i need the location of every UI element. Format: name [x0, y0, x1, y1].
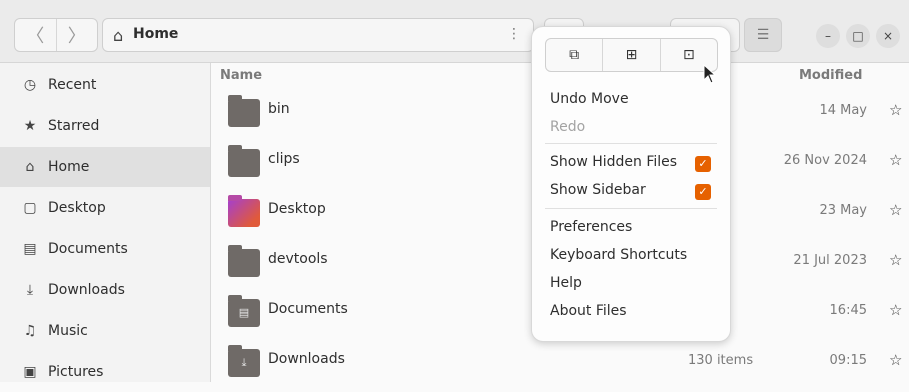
music-icon: ♫	[23, 323, 37, 339]
sidebar-item-pictures[interactable]: ▣ Pictures	[0, 352, 210, 392]
minimize-button[interactable]: –	[816, 24, 840, 48]
forward-button[interactable]: 〉	[55, 19, 98, 51]
new-tab-icon: ⊞	[625, 47, 638, 63]
star-icon[interactable]: ☆	[889, 351, 909, 369]
maximize-button[interactable]: □	[846, 24, 870, 48]
file-name: Desktop	[268, 201, 326, 217]
table-row[interactable]: ⤓ Downloads 130 items 09:15 ☆	[211, 337, 909, 387]
star-icon[interactable]: ☆	[889, 201, 909, 219]
downloads-folder-icon: ⤓	[228, 345, 260, 377]
sidebar-item-starred[interactable]: ★ Starred	[0, 106, 210, 146]
sidebar-item-music[interactable]: ♫ Music	[0, 311, 210, 351]
desktop-folder-icon	[228, 195, 260, 227]
file-modified: 09:15	[829, 353, 867, 368]
new-folder-icon: ⊡	[682, 47, 695, 63]
column-header-modified[interactable]: Modified	[799, 63, 862, 87]
file-name: Documents	[268, 301, 348, 317]
star-icon[interactable]: ☆	[889, 301, 909, 319]
folder-icon	[228, 245, 260, 277]
sidebar-item-label: Desktop	[48, 200, 106, 216]
header-bar: 〈 〉 ⌂ Home ⋮ ⊞ ☰ – □ ×	[0, 0, 909, 63]
main-menu-popover: ⧉ ⊞ ⊡ Undo Move Redo Show Hidden Files ✓…	[531, 26, 731, 342]
file-name: devtools	[268, 251, 328, 267]
mouse-pointer-icon	[703, 64, 717, 84]
close-button[interactable]: ×	[876, 24, 900, 48]
menu-item-undo[interactable]: Undo Move	[550, 91, 629, 107]
sidebar-item-label: Starred	[48, 118, 100, 134]
star-icon: ★	[23, 118, 37, 134]
file-name: clips	[268, 151, 300, 167]
main-menu-button[interactable]: ☰	[744, 18, 782, 52]
nav-buttons: 〈 〉	[14, 18, 98, 52]
sidebar-item-documents[interactable]: ▤ Documents	[0, 229, 210, 269]
new-tab-button[interactable]: ⊞	[602, 39, 659, 71]
sidebar-item-label: Music	[48, 323, 88, 339]
sidebar-item-home[interactable]: ⌂ Home	[0, 147, 210, 187]
clock-icon: ◷	[23, 77, 37, 93]
menu-item-about[interactable]: About Files	[550, 303, 627, 319]
desktop-icon: ▢	[23, 200, 37, 216]
menu-separator	[545, 208, 717, 209]
show-hidden-checkbox[interactable]: ✓	[695, 156, 711, 172]
show-sidebar-checkbox[interactable]: ✓	[695, 184, 711, 200]
menu-item-preferences[interactable]: Preferences	[550, 219, 632, 235]
file-modified: 21 Jul 2023	[793, 253, 867, 268]
sidebar-item-downloads[interactable]: ⤓ Downloads	[0, 270, 210, 310]
menu-item-show-sidebar[interactable]: Show Sidebar	[550, 182, 646, 198]
path-menu-icon[interactable]: ⋮	[507, 26, 521, 42]
download-icon: ⤓	[241, 356, 247, 369]
sidebar: ◷ Recent ★ Starred ⌂ Home ▢ Desktop ▤ Do…	[0, 63, 211, 382]
new-window-button[interactable]: ⧉	[546, 39, 602, 71]
column-header-name[interactable]: Name	[220, 63, 262, 87]
document-icon: ▤	[23, 241, 37, 257]
file-name: Downloads	[268, 351, 345, 367]
sidebar-item-label: Pictures	[48, 364, 104, 380]
menu-item-show-hidden[interactable]: Show Hidden Files	[550, 154, 677, 170]
back-button[interactable]: 〈	[15, 19, 56, 51]
menu-action-buttons: ⧉ ⊞ ⊡	[545, 38, 718, 72]
pictures-icon: ▣	[23, 364, 37, 380]
menu-item-redo: Redo	[550, 119, 586, 135]
folder-icon	[228, 145, 260, 177]
menu-separator	[545, 143, 717, 144]
sidebar-item-recent[interactable]: ◷ Recent	[0, 65, 210, 105]
sidebar-item-label: Downloads	[48, 282, 125, 298]
folder-icon	[228, 95, 260, 127]
home-icon: ⌂	[113, 26, 124, 45]
new-window-icon: ⧉	[569, 47, 580, 63]
star-icon[interactable]: ☆	[889, 101, 909, 119]
menu-item-keyboard-shortcuts[interactable]: Keyboard Shortcuts	[550, 247, 687, 263]
home-icon: ⌂	[25, 159, 35, 175]
download-icon: ⤓	[26, 282, 34, 298]
sidebar-item-label: Documents	[48, 241, 128, 257]
file-name: bin	[268, 101, 290, 117]
file-size: 130 items	[688, 353, 754, 368]
file-modified: 16:45	[829, 303, 867, 318]
sidebar-item-label: Recent	[48, 77, 97, 93]
file-modified: 23 May	[819, 203, 867, 218]
document-icon: ▤	[238, 306, 250, 319]
file-modified: 14 May	[819, 103, 867, 118]
star-icon[interactable]: ☆	[889, 151, 909, 169]
breadcrumb-home[interactable]: Home	[133, 26, 178, 42]
menu-item-help[interactable]: Help	[550, 275, 582, 291]
star-icon[interactable]: ☆	[889, 251, 909, 269]
file-modified: 26 Nov 2024	[783, 153, 867, 168]
sidebar-item-desktop[interactable]: ▢ Desktop	[0, 188, 210, 228]
documents-folder-icon: ▤	[228, 295, 260, 327]
hamburger-icon: ☰	[756, 27, 770, 43]
sidebar-item-label: Home	[48, 159, 90, 175]
path-bar[interactable]: ⌂ Home ⋮	[102, 18, 534, 52]
